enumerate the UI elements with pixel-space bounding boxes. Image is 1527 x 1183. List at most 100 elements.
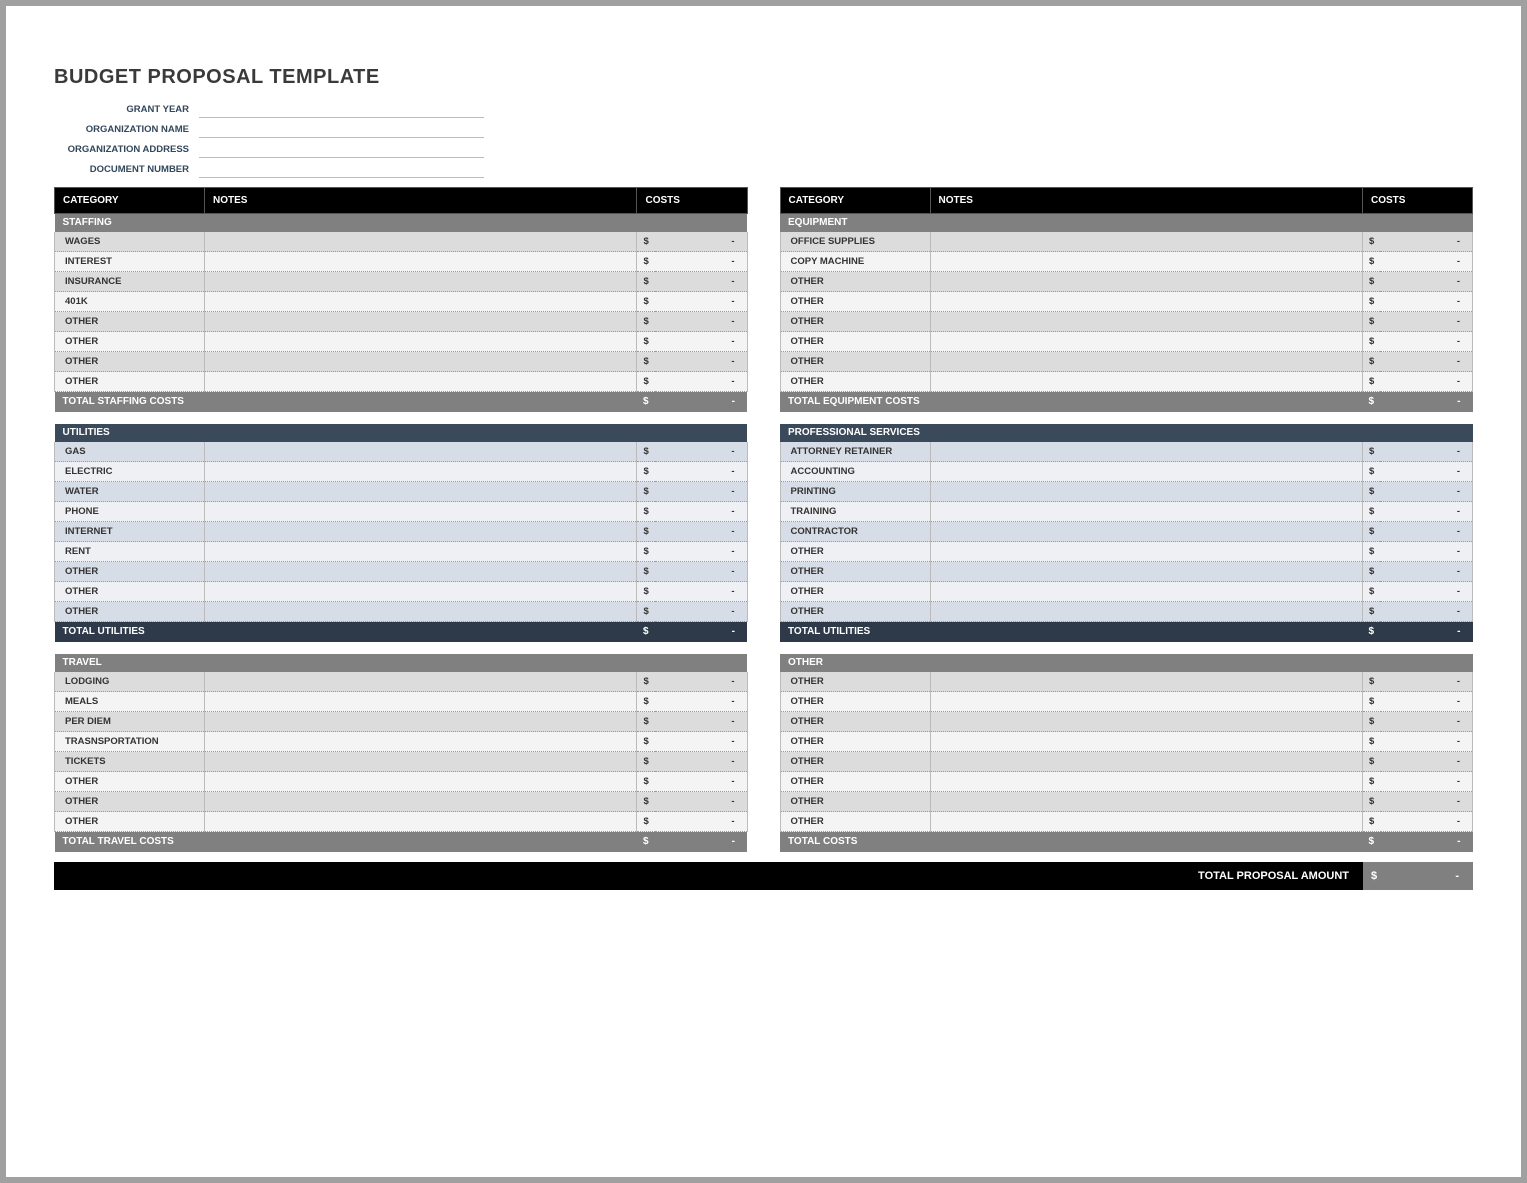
item-category[interactable]: OTHER: [55, 332, 205, 352]
item-amount[interactable]: -: [1380, 252, 1472, 272]
item-notes[interactable]: [205, 522, 637, 542]
item-notes[interactable]: [205, 252, 637, 272]
item-category[interactable]: OTHER: [55, 352, 205, 372]
item-notes[interactable]: [930, 272, 1362, 292]
item-notes[interactable]: [205, 272, 637, 292]
item-notes[interactable]: [930, 582, 1362, 602]
item-notes[interactable]: [930, 462, 1362, 482]
item-notes[interactable]: [205, 352, 637, 372]
item-amount[interactable]: -: [1380, 332, 1472, 352]
item-category[interactable]: INTEREST: [55, 252, 205, 272]
item-category[interactable]: CONTRACTOR: [780, 522, 930, 542]
item-amount[interactable]: -: [1380, 372, 1472, 392]
item-notes[interactable]: [205, 332, 637, 352]
item-notes[interactable]: [205, 792, 637, 812]
item-notes[interactable]: [205, 712, 637, 732]
item-notes[interactable]: [930, 752, 1363, 772]
item-amount[interactable]: -: [655, 272, 747, 292]
item-category[interactable]: OTHER: [780, 732, 930, 752]
item-notes[interactable]: [930, 502, 1362, 522]
field-doc-number[interactable]: [199, 160, 484, 178]
item-notes[interactable]: [930, 442, 1362, 462]
item-notes[interactable]: [930, 522, 1362, 542]
item-amount[interactable]: -: [655, 352, 747, 372]
item-amount[interactable]: -: [1380, 232, 1472, 252]
item-amount[interactable]: -: [1380, 442, 1472, 462]
item-notes[interactable]: [930, 292, 1362, 312]
item-amount[interactable]: -: [1380, 352, 1472, 372]
item-notes[interactable]: [205, 582, 637, 602]
item-notes[interactable]: [930, 792, 1363, 812]
item-amount[interactable]: -: [655, 312, 747, 332]
item-notes[interactable]: [205, 692, 637, 712]
item-category[interactable]: RENT: [55, 542, 205, 562]
item-category[interactable]: OTHER: [55, 312, 205, 332]
item-amount[interactable]: -: [655, 442, 747, 462]
item-notes[interactable]: [930, 232, 1362, 252]
item-category[interactable]: LODGING: [55, 672, 205, 692]
item-amount[interactable]: -: [1380, 562, 1472, 582]
item-amount[interactable]: -: [655, 792, 747, 812]
item-amount[interactable]: -: [1380, 272, 1472, 292]
item-amount[interactable]: -: [1381, 812, 1473, 832]
item-category[interactable]: MEALS: [55, 692, 205, 712]
item-notes[interactable]: [205, 672, 637, 692]
item-amount[interactable]: -: [1380, 482, 1472, 502]
item-amount[interactable]: -: [655, 712, 747, 732]
item-category[interactable]: PRINTING: [780, 482, 930, 502]
item-category[interactable]: TRAINING: [780, 502, 930, 522]
item-category[interactable]: OTHER: [780, 692, 930, 712]
item-notes[interactable]: [205, 482, 637, 502]
item-category[interactable]: OTHER: [55, 812, 205, 832]
item-notes[interactable]: [930, 562, 1362, 582]
item-category[interactable]: OTHER: [780, 712, 930, 732]
item-category[interactable]: GAS: [55, 442, 205, 462]
item-notes[interactable]: [205, 442, 637, 462]
item-amount[interactable]: -: [655, 692, 747, 712]
item-amount[interactable]: -: [1381, 792, 1473, 812]
item-amount[interactable]: -: [1381, 752, 1473, 772]
item-category[interactable]: WATER: [55, 482, 205, 502]
item-category[interactable]: 401K: [55, 292, 205, 312]
item-category[interactable]: OTHER: [55, 582, 205, 602]
item-notes[interactable]: [930, 482, 1362, 502]
item-notes[interactable]: [930, 312, 1362, 332]
item-category[interactable]: OTHER: [780, 772, 930, 792]
field-org-address[interactable]: [199, 140, 484, 158]
item-category[interactable]: WAGES: [55, 232, 205, 252]
item-category[interactable]: PER DIEM: [55, 712, 205, 732]
item-amount[interactable]: -: [655, 522, 747, 542]
item-category[interactable]: TICKETS: [55, 752, 205, 772]
item-category[interactable]: OTHER: [780, 292, 930, 312]
item-notes[interactable]: [930, 672, 1363, 692]
item-amount[interactable]: -: [655, 602, 747, 622]
item-notes[interactable]: [205, 372, 637, 392]
item-category[interactable]: OTHER: [55, 562, 205, 582]
item-notes[interactable]: [205, 312, 637, 332]
item-notes[interactable]: [930, 712, 1363, 732]
item-category[interactable]: OTHER: [780, 672, 930, 692]
item-category[interactable]: ACCOUNTING: [780, 462, 930, 482]
item-category[interactable]: INSURANCE: [55, 272, 205, 292]
item-category[interactable]: OTHER: [780, 352, 930, 372]
item-amount[interactable]: -: [655, 772, 747, 792]
item-amount[interactable]: -: [1380, 462, 1472, 482]
item-amount[interactable]: -: [1381, 692, 1473, 712]
item-category[interactable]: OTHER: [780, 372, 930, 392]
item-category[interactable]: OTHER: [780, 792, 930, 812]
item-category[interactable]: OTHER: [780, 542, 930, 562]
item-notes[interactable]: [205, 562, 637, 582]
item-amount[interactable]: -: [655, 582, 747, 602]
item-amount[interactable]: -: [1381, 732, 1473, 752]
item-amount[interactable]: -: [1380, 582, 1472, 602]
item-category[interactable]: OTHER: [55, 602, 205, 622]
item-category[interactable]: OFFICE SUPPLIES: [780, 232, 930, 252]
item-amount[interactable]: -: [655, 672, 747, 692]
item-category[interactable]: COPY MACHINE: [780, 252, 930, 272]
item-notes[interactable]: [930, 252, 1362, 272]
item-amount[interactable]: -: [655, 502, 747, 522]
item-amount[interactable]: -: [655, 292, 747, 312]
item-notes[interactable]: [205, 502, 637, 522]
item-notes[interactable]: [205, 232, 637, 252]
item-category[interactable]: OTHER: [780, 272, 930, 292]
